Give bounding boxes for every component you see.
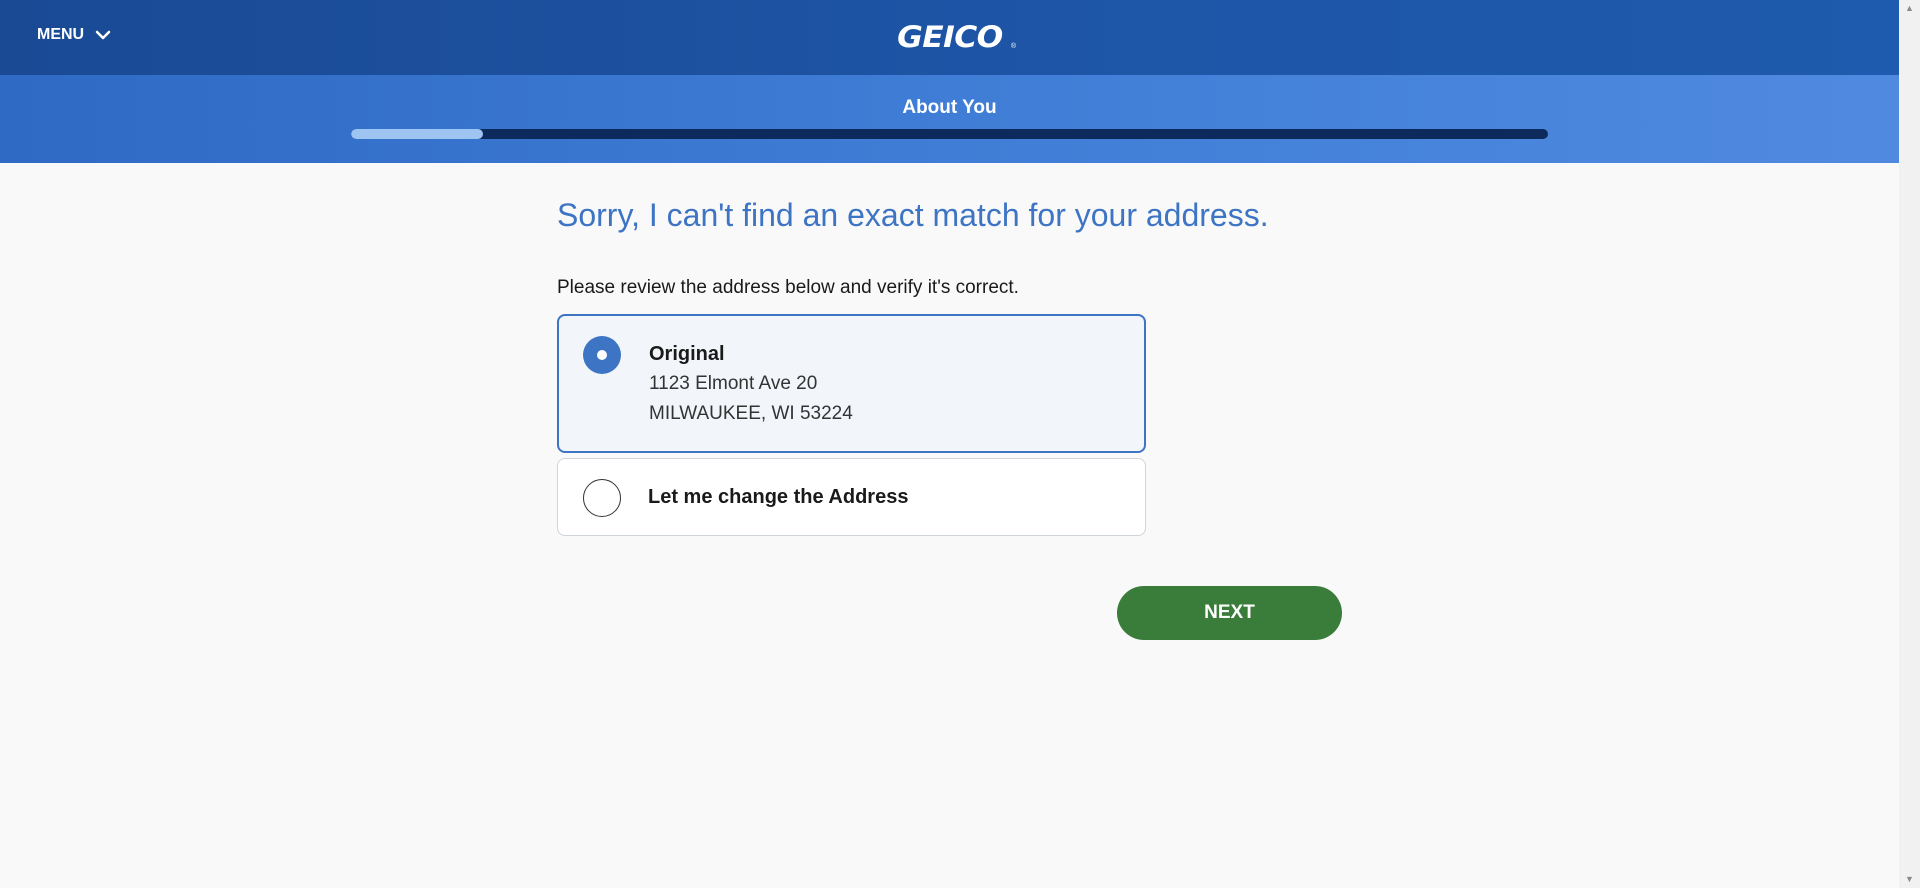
next-button[interactable]: NEXT: [1117, 586, 1342, 640]
radio-selected-icon[interactable]: [583, 336, 621, 374]
option-original-address[interactable]: Original 1123 Elmont Ave 20 MILWAUKEE, W…: [557, 314, 1146, 453]
instructions-text: Please review the address below and veri…: [557, 277, 1019, 298]
page: MENU GEICO ® About You Sorry, I can't fi…: [0, 0, 1920, 888]
option-change-address[interactable]: Let me change the Address: [557, 458, 1146, 536]
chevron-down-icon: [95, 30, 111, 40]
option-title: Original: [649, 343, 725, 365]
section-title: About You: [902, 97, 997, 118]
menu-label: MENU: [37, 26, 85, 43]
menu-button[interactable]: MENU: [37, 26, 112, 44]
scroll-down-arrow-icon[interactable]: ▼: [1899, 871, 1920, 888]
option-title: Let me change the Address: [648, 486, 909, 508]
top-header: MENU GEICO ®: [0, 0, 1899, 75]
scrollbar[interactable]: ▲ ▼: [1899, 0, 1920, 888]
scroll-up-arrow-icon[interactable]: ▲: [1899, 0, 1920, 17]
page-heading: Sorry, I can't find an exact match for y…: [557, 197, 1269, 233]
address-line-2: MILWAUKEE, WI 53224: [649, 403, 853, 424]
radio-unselected-icon[interactable]: [583, 479, 621, 517]
progress-bar-fill: [351, 129, 483, 139]
logo-registered-mark: ®: [1010, 43, 1016, 50]
logo-text: GEICO: [897, 20, 1003, 54]
geico-logo[interactable]: GEICO ®: [886, 20, 1016, 54]
progress-band: About You: [0, 75, 1899, 163]
address-line-1: 1123 Elmont Ave 20: [649, 373, 818, 394]
progress-bar: [351, 129, 1548, 139]
